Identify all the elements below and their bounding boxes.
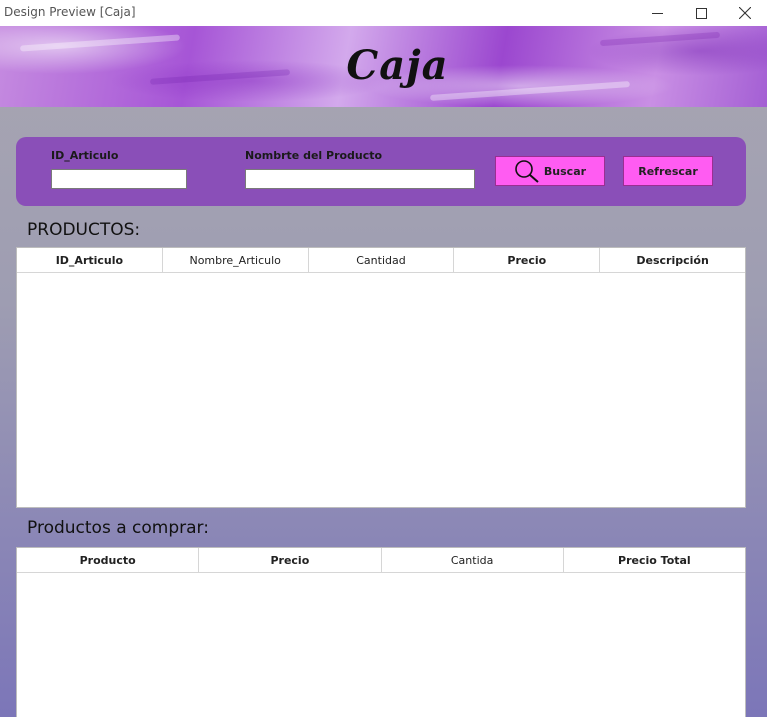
column-header-precio[interactable]: Precio (199, 548, 382, 572)
search-panel: ID_Articulo Nombrte del Producto Buscar … (16, 137, 746, 206)
cart-section-title: Productos a comprar: (27, 518, 209, 538)
products-table-header: ID_Articulo Nombre_Articulo Cantidad Pre… (17, 248, 745, 273)
column-header-producto[interactable]: Producto (17, 548, 200, 572)
id-articulo-input[interactable] (51, 169, 187, 189)
product-name-label: Nombrte del Producto (245, 149, 383, 162)
page-title: Caja (346, 42, 449, 89)
search-button-label: Buscar (543, 164, 587, 178)
cart-table-header: Producto Precio Cantida Precio Total (17, 548, 745, 573)
header-banner: Caja (0, 26, 767, 107)
window-titlebar[interactable]: Design Preview [Caja] (0, 0, 767, 26)
products-section-title: PRODUCTOS: (27, 220, 141, 240)
refresh-button[interactable]: Refrescar (623, 156, 713, 186)
products-table[interactable]: ID_Articulo Nombre_Articulo Cantidad Pre… (16, 247, 746, 508)
column-header-precio[interactable]: Precio (454, 248, 601, 272)
cart-table[interactable]: Producto Precio Cantida Precio Total (16, 547, 746, 717)
magnifier-icon (515, 160, 539, 183)
column-header-cantidad[interactable]: Cantidad (309, 248, 455, 272)
close-icon[interactable] (723, 0, 767, 26)
search-button[interactable]: Buscar (495, 156, 605, 186)
column-header-nombre-articulo[interactable]: Nombre_Articulo (163, 248, 309, 272)
column-header-precio-total[interactable]: Precio Total (564, 548, 745, 572)
window-title: Design Preview [Caja] (4, 5, 136, 19)
product-name-input[interactable] (245, 169, 475, 189)
maximize-icon[interactable] (679, 0, 723, 26)
form-client-area: Caja ID_Articulo Nombrte del Producto Bu… (0, 26, 767, 717)
id-articulo-label: ID_Articulo (51, 149, 119, 162)
refresh-button-label: Refrescar (638, 164, 698, 178)
column-header-id-articulo[interactable]: ID_Articulo (17, 248, 163, 272)
minimize-icon[interactable] (635, 0, 679, 26)
column-header-cantida[interactable]: Cantida (382, 548, 564, 572)
column-header-descripcion[interactable]: Descripción (600, 248, 745, 272)
